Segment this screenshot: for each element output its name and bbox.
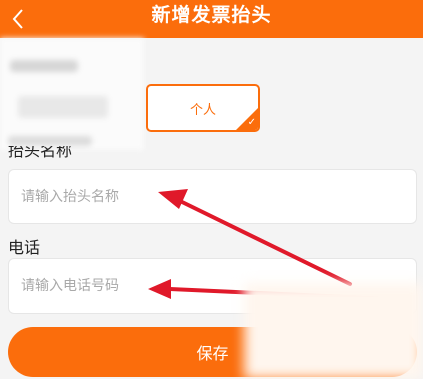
invoice-type-personal-option[interactable]: 个人 ✓ [146, 84, 260, 132]
name-field-label: 抬头名称 [8, 146, 73, 160]
check-icon: ✓ [247, 117, 256, 128]
save-button[interactable]: 保存 [8, 327, 417, 377]
name-input[interactable] [9, 170, 416, 223]
phone-field-label: 电话 [8, 238, 41, 257]
header-bar: 新增发票抬头 [0, 0, 423, 38]
page-title: 新增发票抬头 [151, 4, 272, 26]
save-button-label: 保存 [196, 344, 229, 363]
name-input-container [8, 169, 417, 224]
phone-input-container [8, 258, 417, 314]
invoice-type-option-label: 个人 [189, 102, 216, 118]
phone-input[interactable] [9, 259, 416, 313]
redacted-region [0, 38, 144, 150]
